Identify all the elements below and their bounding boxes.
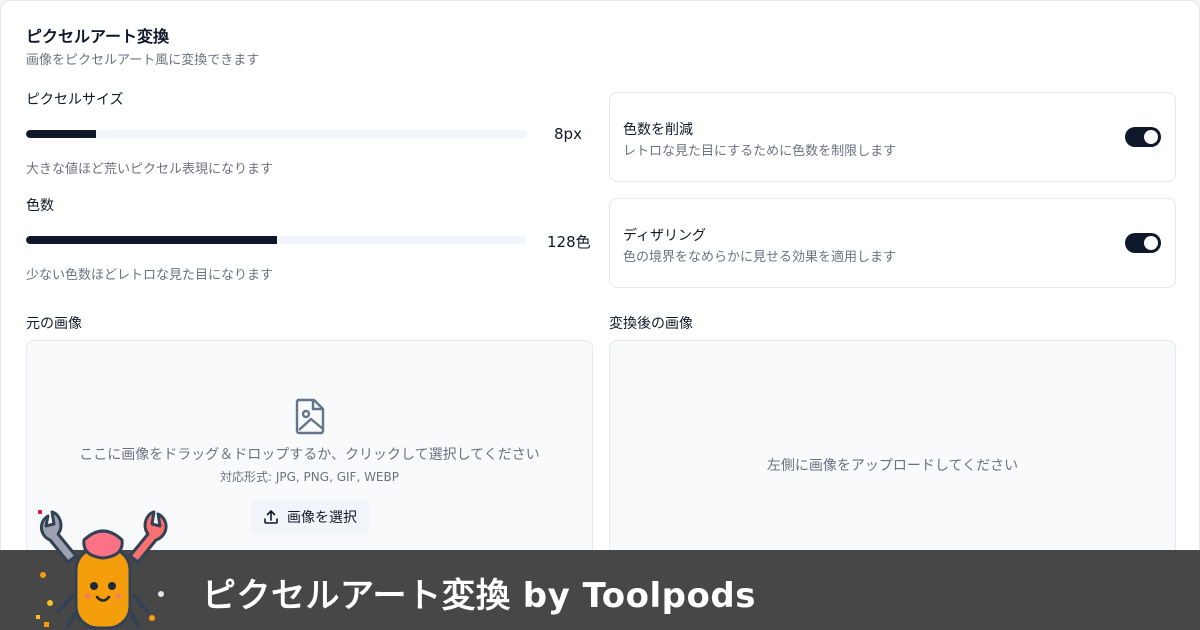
result-placeholder: 左側に画像をアップロードしてください: [766, 458, 1019, 474]
upload-icon: [264, 510, 278, 524]
dithering-description: 色の境界をなめらかに見せる効果を適用します: [623, 250, 897, 265]
pixel-size-value: 8px: [554, 125, 582, 143]
color-count-slider[interactable]: [26, 236, 527, 244]
crab-mascot-logo: [36, 510, 168, 630]
source-image-label: 元の画像: [26, 316, 82, 332]
supported-formats: 対応形式: JPG, PNG, GIF, WEBP: [220, 470, 399, 484]
select-image-button[interactable]: 画像を選択: [251, 499, 369, 535]
pixel-size-slider-fill: [26, 130, 97, 138]
pixel-size-slider[interactable]: [26, 130, 527, 138]
dithering-title: ディザリング: [623, 228, 707, 244]
color-count-hint: 少ない色数ほどレトロな見た目になります: [26, 268, 274, 283]
dithering-option: ディザリング 色の境界をなめらかに見せる効果を適用します: [609, 198, 1176, 288]
toggle-knob: [1144, 130, 1158, 144]
color-count-label: 色数: [26, 198, 54, 214]
select-image-button-label: 画像を選択: [287, 510, 357, 526]
page-subtitle: 画像をピクセルアート風に変換できます: [26, 53, 260, 68]
page-title: ピクセルアート変換: [26, 27, 170, 46]
result-image-label: 変換後の画像: [609, 316, 693, 332]
color-count-slider-fill: [26, 236, 277, 244]
reduce-colors-toggle[interactable]: [1125, 127, 1161, 147]
converter-card: ピクセルアート変換 画像をピクセルアート風に変換できます ピクセルサイズ 8px…: [0, 0, 1200, 612]
color-count-value: 128色: [547, 233, 591, 251]
reduce-colors-option: 色数を削減 レトロな見た目にするために色数を制限します: [609, 92, 1176, 182]
pixel-size-label: ピクセルサイズ: [26, 92, 124, 108]
reduce-colors-description: レトロな見た目にするために色数を制限します: [623, 144, 897, 159]
reduce-colors-title: 色数を削減: [623, 122, 693, 138]
dithering-toggle[interactable]: [1125, 233, 1161, 253]
image-file-icon: [295, 398, 325, 435]
brand-banner: ピクセルアート変換 by Toolpods: [0, 550, 1200, 630]
toggle-knob: [1144, 236, 1158, 250]
pixel-size-hint: 大きな値ほど荒いピクセル表現になります: [26, 162, 274, 177]
drop-instructions: ここに画像をドラッグ＆ドロップするか、クリックして選択してください: [79, 447, 540, 463]
banner-title: ピクセルアート変換 by Toolpods: [202, 576, 756, 616]
